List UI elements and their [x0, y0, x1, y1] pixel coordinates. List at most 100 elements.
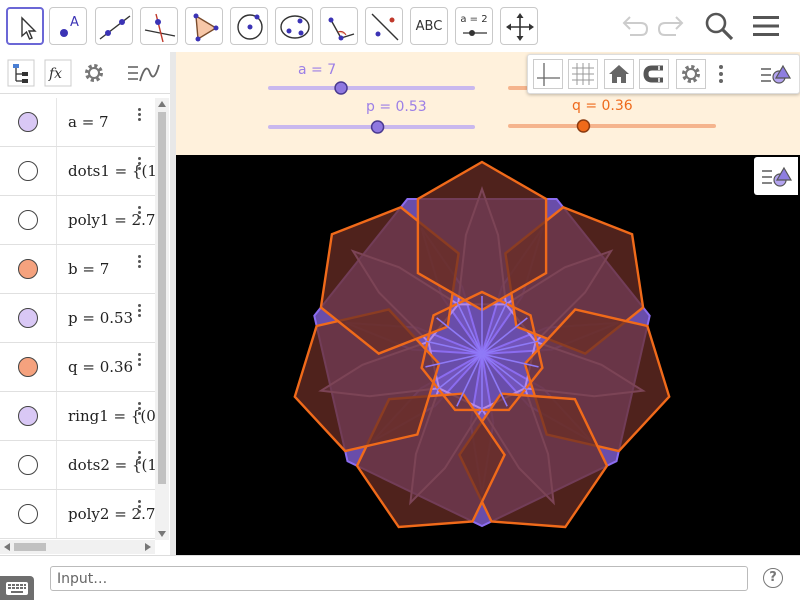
graph-icon — [128, 64, 160, 82]
standard-view-button[interactable] — [604, 59, 634, 89]
more-icon[interactable] — [134, 302, 144, 322]
angle-tool-button[interactable] — [320, 7, 358, 45]
circle-tool-button[interactable] — [230, 7, 268, 45]
algebra-row[interactable]: b = 7 — [0, 245, 155, 294]
help-button[interactable]: ? — [763, 568, 783, 588]
visibility-toggle[interactable] — [18, 357, 38, 377]
algebra-input-field[interactable] — [50, 566, 748, 591]
algebra-horizontal-scrollbar[interactable] — [0, 540, 155, 554]
slider-a-knob[interactable] — [334, 81, 348, 95]
main-menu-button[interactable] — [748, 8, 784, 44]
algebra-vertical-scrollbar[interactable] — [155, 98, 169, 540]
more-icon[interactable] — [134, 400, 144, 420]
slider-tool-button[interactable]: a = 2 — [455, 7, 493, 45]
graphics-style-bar — [527, 54, 800, 94]
slider-p-knob[interactable] — [370, 120, 385, 134]
scrollbar-thumb[interactable] — [14, 543, 46, 551]
visibility-toggle[interactable] — [18, 406, 38, 426]
point-capturing-button[interactable] — [639, 59, 669, 89]
input-help-button[interactable]: fx — [44, 59, 72, 87]
move-tool-button[interactable] — [6, 7, 44, 45]
slider-a-label: a = 7 — [298, 62, 336, 78]
gear-icon — [85, 64, 103, 82]
polygon-tool-button[interactable] — [185, 7, 223, 45]
algebra-row[interactable]: poly2 = 2.7 — [0, 490, 155, 539]
visibility-toggle[interactable] — [18, 504, 38, 524]
slider-q-label: q = 0.36 — [572, 98, 633, 114]
more-icon[interactable] — [134, 204, 144, 224]
algebra-row[interactable]: a = 7 — [0, 98, 155, 147]
algebra-row[interactable]: q = 0.36 — [0, 343, 155, 392]
row-separator — [56, 294, 57, 342]
scroll-right-arrow-icon[interactable] — [145, 543, 151, 551]
visibility-toggle[interactable] — [18, 161, 38, 181]
slider-q-knob[interactable] — [576, 119, 591, 133]
graphics-more-button[interactable] — [714, 59, 728, 89]
slider-icon: a = 2 — [460, 14, 488, 25]
algebra-row[interactable]: ring1 = {(0. — [0, 392, 155, 441]
point-tool-button[interactable]: A — [49, 7, 87, 45]
search-icon — [705, 12, 734, 41]
more-icon[interactable] — [134, 253, 144, 273]
algebra-view: a = 7 dots1 = {(1 poly1 = 2.7 b = 7p = 0.53… — [0, 98, 155, 540]
algebra-row[interactable]: poly1 = 2.7 — [0, 196, 155, 245]
tree-view-button[interactable] — [7, 59, 35, 87]
fx-label: fx — [48, 66, 62, 82]
graphics-style-bar-toggle[interactable] — [754, 157, 798, 195]
angle-icon — [328, 17, 355, 41]
show-axes-button[interactable] — [533, 59, 563, 89]
search-button[interactable] — [701, 8, 737, 44]
point-icon: A — [60, 15, 79, 37]
line-tool-button[interactable] — [95, 7, 133, 45]
show-grid-button[interactable] — [568, 59, 598, 89]
move-arrows-icon — [506, 13, 534, 41]
perpendicular-line-tool-button[interactable] — [140, 7, 178, 45]
visibility-toggle[interactable] — [18, 259, 38, 279]
scroll-left-arrow-icon[interactable] — [4, 543, 10, 551]
algebra-style-bar: fx — [0, 52, 170, 94]
keyboard-icon — [6, 582, 28, 595]
graph-toggle-button[interactable] — [126, 59, 162, 87]
graphics-view[interactable] — [176, 155, 800, 555]
scrollbar-thumb[interactable] — [158, 112, 166, 484]
move-graphics-tool-button[interactable] — [500, 7, 538, 45]
undo-icon — [622, 16, 649, 36]
graphics-style-bar-toggle[interactable] — [756, 59, 796, 89]
reflect-icon — [371, 13, 399, 41]
more-icon[interactable] — [134, 498, 144, 518]
visibility-toggle[interactable] — [18, 455, 38, 475]
conic-tool-button[interactable] — [275, 7, 313, 45]
line-icon — [99, 15, 131, 40]
algebra-row[interactable]: dots1 = {(1 — [0, 147, 155, 196]
fx-icon: fx — [44, 59, 72, 87]
scroll-down-arrow-icon[interactable] — [158, 531, 166, 537]
perpendicular-icon — [144, 13, 176, 43]
visibility-toggle[interactable] — [18, 210, 38, 230]
menu-icon — [753, 16, 779, 36]
more-icon[interactable] — [134, 106, 144, 126]
text-tool-button[interactable]: ABC — [410, 7, 448, 45]
redo-button[interactable] — [654, 8, 690, 44]
row-separator — [56, 441, 57, 489]
more-icon[interactable] — [134, 449, 144, 469]
point-tool-label: A — [70, 15, 79, 30]
row-separator — [56, 392, 57, 440]
row-separator — [56, 196, 57, 244]
more-icon — [719, 65, 723, 83]
more-icon[interactable] — [134, 155, 144, 175]
undo-button[interactable] — [616, 8, 652, 44]
reflect-tool-button[interactable] — [365, 7, 403, 45]
ellipse-icon — [280, 15, 310, 39]
row-separator — [56, 245, 57, 293]
scroll-up-arrow-icon[interactable] — [158, 101, 166, 107]
more-icon[interactable] — [134, 351, 144, 371]
gear-icon — [676, 59, 706, 89]
algebra-settings-button[interactable] — [80, 59, 108, 87]
algebra-row[interactable]: p = 0.53 — [0, 294, 155, 343]
algebra-row[interactable]: dots2 = {(1 — [0, 441, 155, 490]
row-separator — [56, 98, 57, 146]
graphics-settings-button[interactable] — [676, 59, 706, 89]
keyboard-button[interactable] — [0, 576, 34, 600]
visibility-toggle[interactable] — [18, 308, 38, 328]
visibility-toggle[interactable] — [18, 112, 38, 132]
